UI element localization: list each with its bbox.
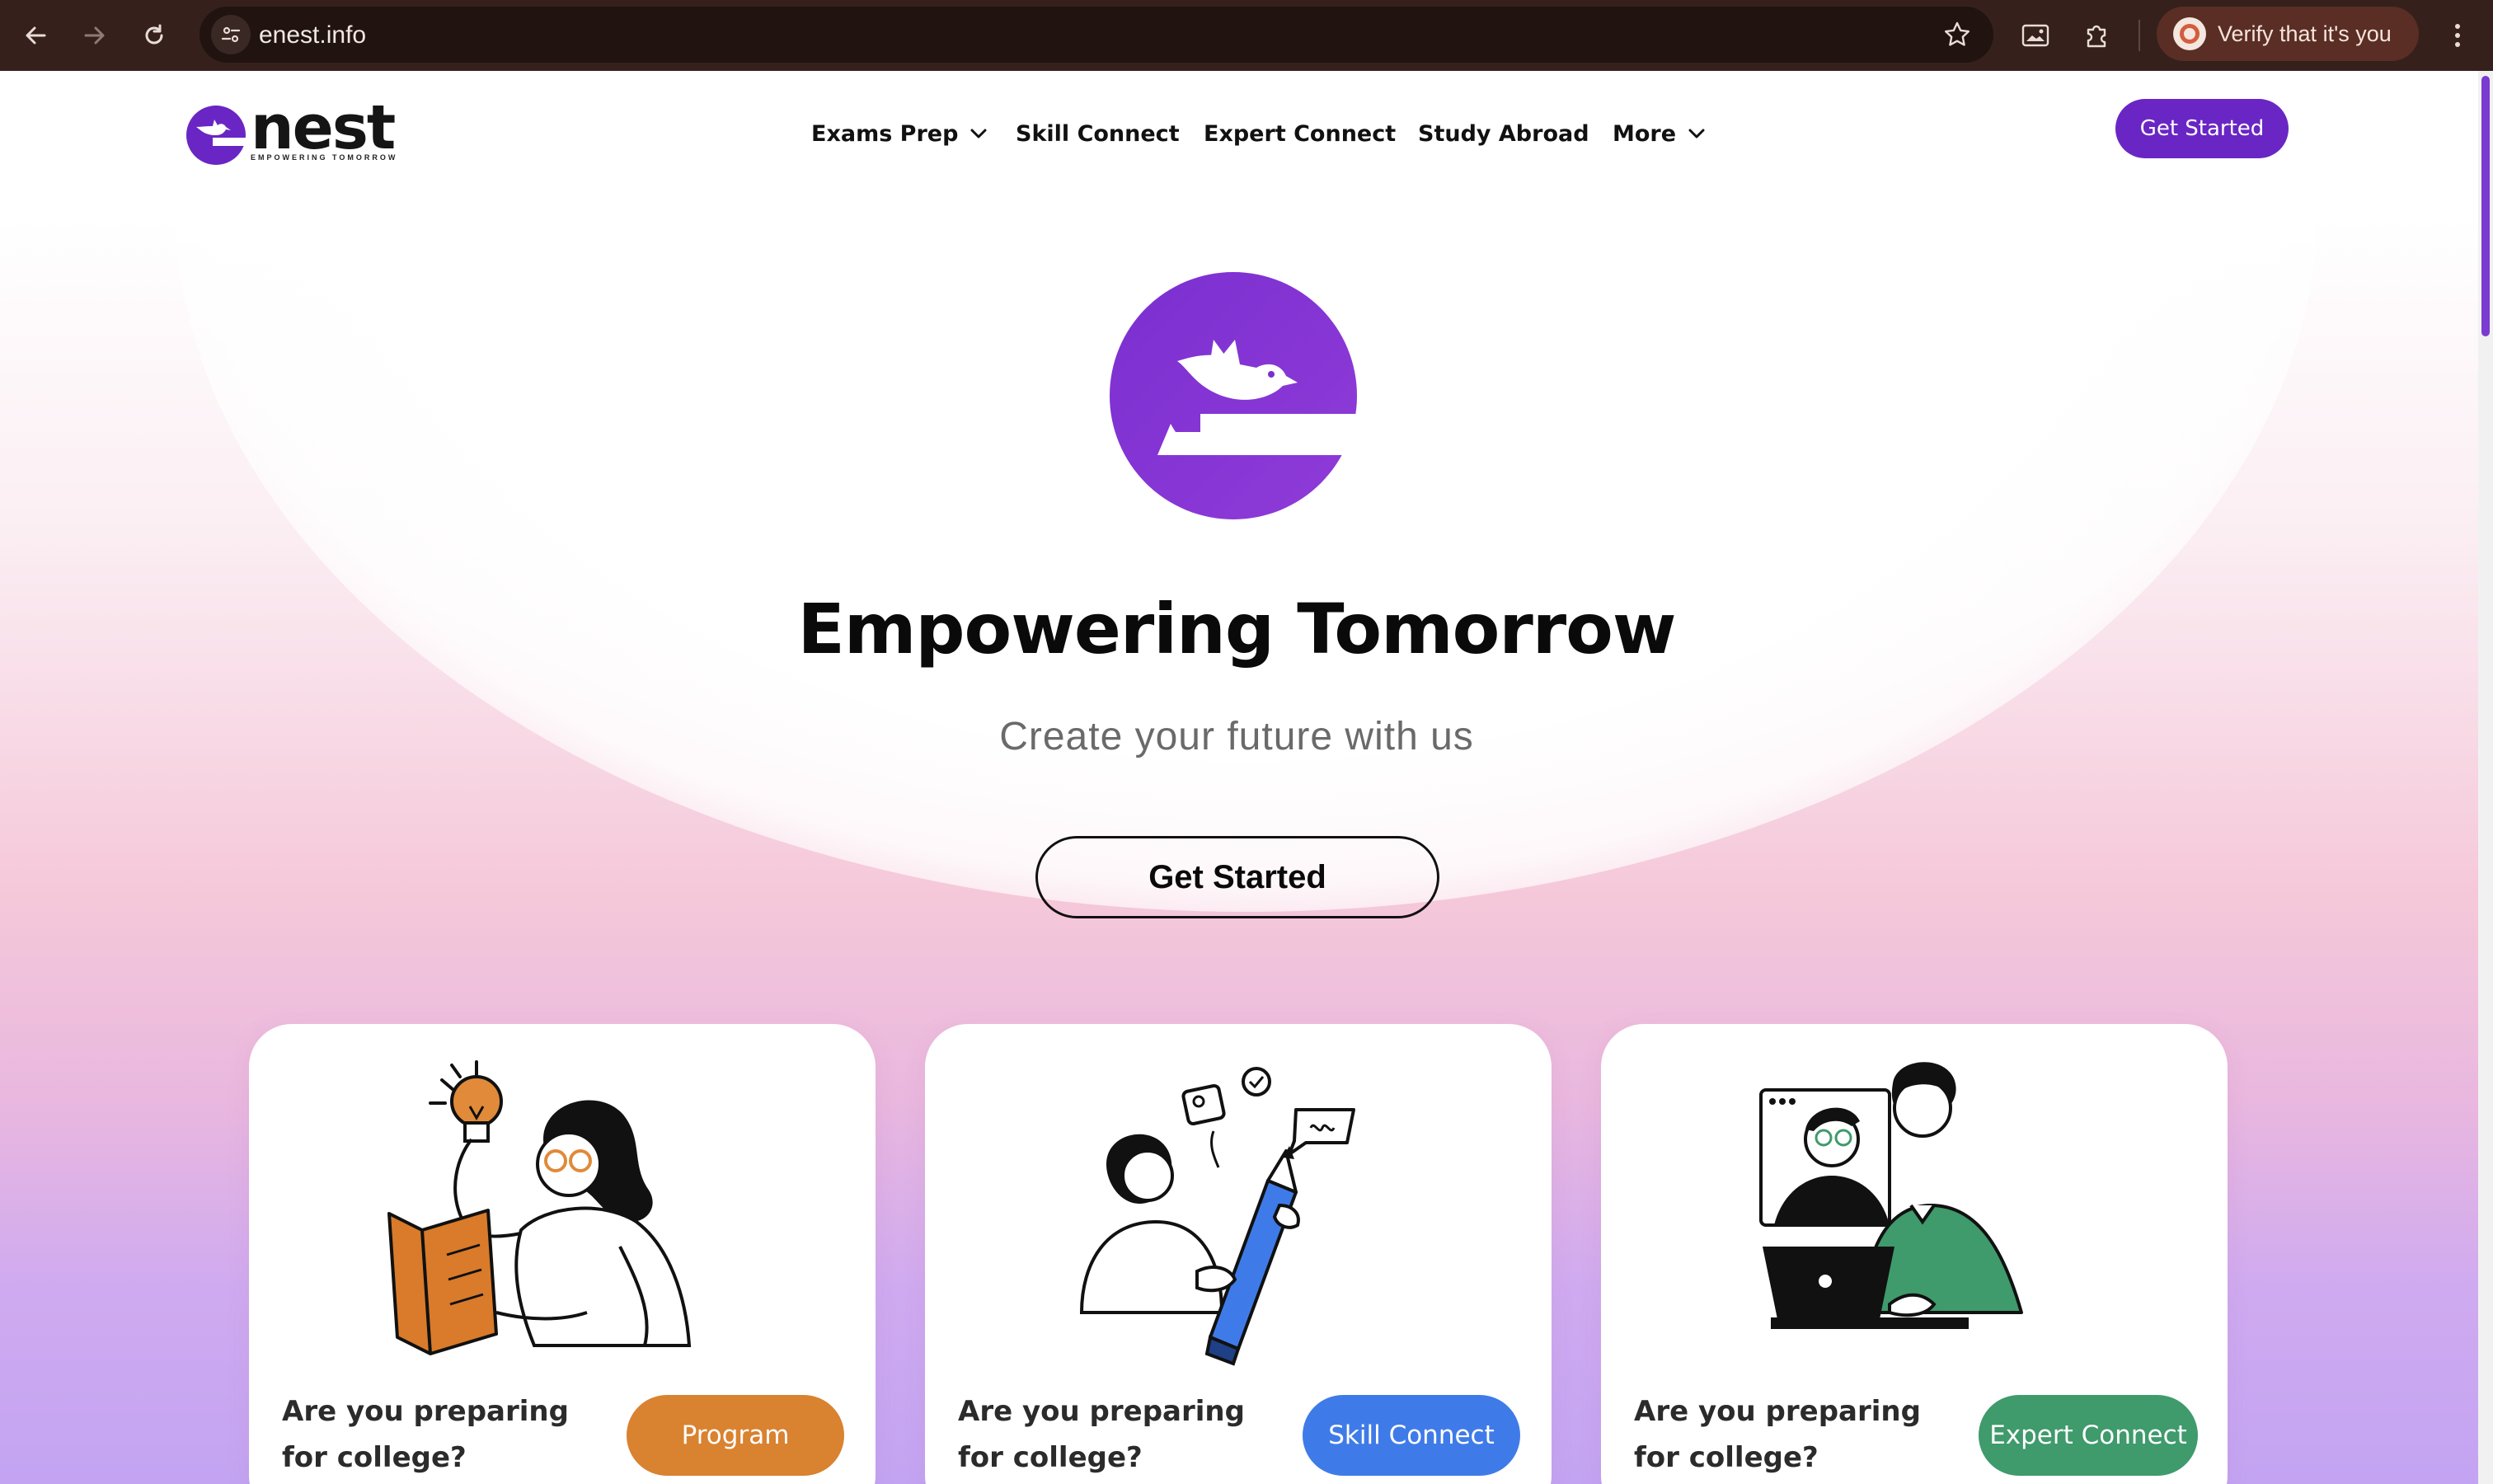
nav-expert-connect[interactable]: Expert Connect: [1204, 109, 1396, 158]
skill-connect-card: Are you preparing for college? Skill Con…: [925, 1024, 1552, 1484]
nav-more-link[interactable]: More: [1613, 121, 1706, 147]
web-page: nest EMPOWERING TOMORROW Exams Prep Skil…: [0, 71, 2493, 1484]
nav-study-abroad[interactable]: Study Abroad: [1418, 109, 1589, 158]
nav-skill-connect-link[interactable]: Skill Connect: [1016, 121, 1180, 147]
woman-reading-lightbulb-illustration: [387, 1060, 692, 1355]
chevron-down-icon: [1688, 128, 1706, 139]
card-question: Are you preparing for college?: [282, 1395, 569, 1474]
verify-label: Verify that it's you: [2218, 21, 2392, 46]
reload-icon[interactable]: [130, 12, 178, 59]
program-card: Are you preparing for college? Program: [249, 1024, 876, 1484]
back-arrow-icon[interactable]: [12, 12, 59, 59]
browser-toolbar: enest.info Verify that it's you: [0, 0, 2493, 71]
chevron-down-icon: [970, 128, 988, 139]
hero-bird-logo-icon: [1110, 272, 1357, 519]
card-question: Are you preparing for college?: [1634, 1395, 1921, 1474]
nav-exams-prep-label: Exams Prep: [811, 120, 959, 147]
hero-get-started-button[interactable]: Get Started: [1035, 836, 1439, 918]
verify-identity-button[interactable]: Verify that it's you: [2157, 7, 2419, 61]
logo-tagline: EMPOWERING TOMORROW: [251, 153, 398, 162]
extensions-puzzle-icon[interactable]: [2073, 12, 2120, 59]
program-button[interactable]: Program: [627, 1395, 844, 1476]
kebab-menu-icon[interactable]: [2437, 12, 2478, 59]
expert-video-call-illustration: [1759, 1062, 2023, 1329]
nav-more-label: More: [1613, 120, 1677, 147]
header-get-started-button[interactable]: Get Started: [2115, 99, 2289, 158]
scrollbar-thumb[interactable]: [2481, 76, 2490, 336]
skill-connect-button[interactable]: Skill Connect: [1303, 1395, 1520, 1476]
bookmark-star-icon[interactable]: [1941, 18, 1974, 51]
page-scrollbar[interactable]: [2478, 71, 2493, 1484]
hero-subtitle: Create your future with us: [999, 715, 1474, 758]
address-bar[interactable]: enest.info: [200, 7, 1993, 63]
nav-exams-prep[interactable]: Exams Prep: [811, 109, 988, 158]
card-question: Are you preparing for college?: [958, 1395, 1245, 1474]
nav-exams-prep-link[interactable]: Exams Prep: [811, 121, 988, 147]
expert-connect-button[interactable]: Expert Connect: [1979, 1395, 2198, 1476]
url-text[interactable]: enest.info: [259, 21, 366, 49]
hero-title: Empowering Tomorrow: [797, 589, 1677, 669]
nav-expert-connect-link[interactable]: Expert Connect: [1204, 121, 1396, 147]
enest-logo[interactable]: nest EMPOWERING TOMORROW: [185, 92, 402, 165]
expert-connect-card: Are you preparing for college? Expert Co…: [1601, 1024, 2228, 1484]
picture-in-picture-icon[interactable]: [2012, 12, 2059, 59]
logo-e-bird-icon: [186, 106, 247, 165]
nav-more[interactable]: More: [1613, 109, 1706, 158]
forward-arrow-icon[interactable]: [71, 12, 119, 59]
nav-skill-connect[interactable]: Skill Connect: [1016, 109, 1180, 158]
site-info-icon[interactable]: [211, 15, 251, 54]
profile-avatar-icon: [2173, 17, 2206, 50]
woman-pencil-ideas-illustration: [1079, 1067, 1355, 1366]
toolbar-divider: [2139, 20, 2140, 51]
nav-study-abroad-link[interactable]: Study Abroad: [1418, 121, 1589, 147]
